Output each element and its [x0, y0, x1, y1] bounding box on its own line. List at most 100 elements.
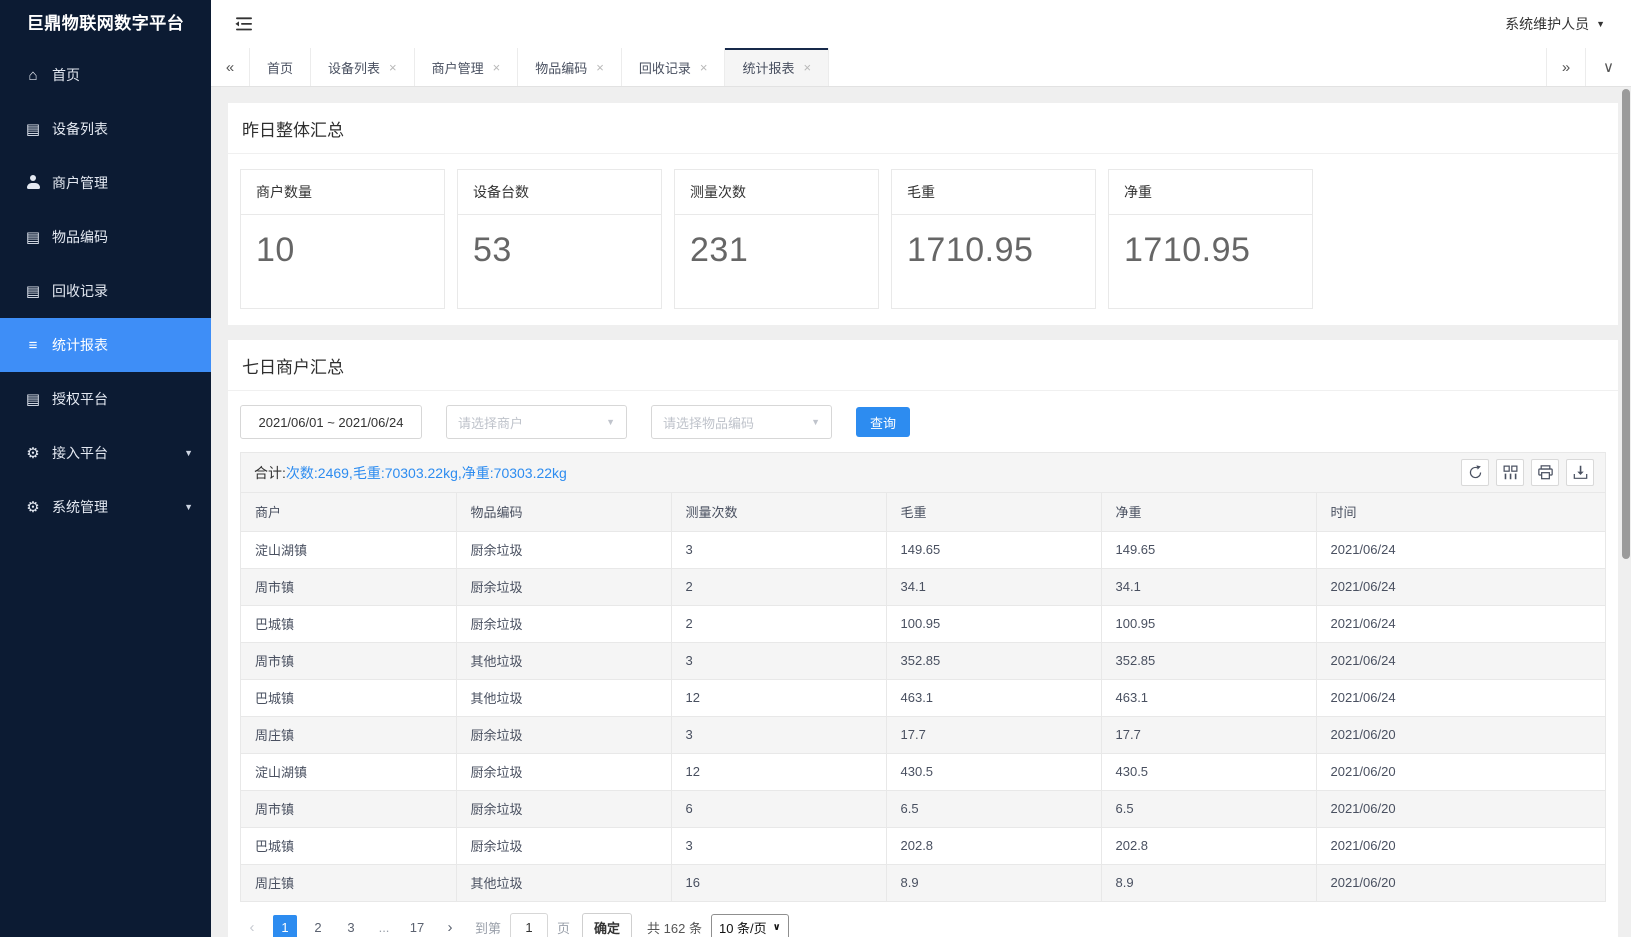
- sidebar-item-merchants[interactable]: 商户管理: [0, 156, 211, 210]
- tabs-menu-button[interactable]: ∨: [1585, 48, 1631, 86]
- document-icon: ▤: [23, 392, 43, 407]
- merchant-select-placeholder: 请选择商户: [458, 413, 523, 432]
- cell-time: 2021/06/24: [1316, 568, 1605, 605]
- sidebar-item-system-management[interactable]: ⚙ 系统管理 ▼: [0, 480, 211, 534]
- column-settings-button[interactable]: [1496, 459, 1524, 486]
- cell-item-code: 厨余垃圾: [456, 790, 671, 827]
- goto-confirm-button[interactable]: 确定: [582, 913, 632, 937]
- col-merchant: 商户: [241, 493, 456, 531]
- prev-page-button[interactable]: ‹: [240, 915, 264, 937]
- close-icon[interactable]: ×: [389, 61, 397, 74]
- document-icon: ▤: [23, 122, 43, 137]
- app-title: 巨鼎物联网数字平台: [0, 0, 211, 48]
- gear-icon: ⚙: [23, 500, 43, 515]
- download-icon: [1573, 465, 1588, 480]
- cell-net-weight: 8.9: [1101, 864, 1316, 901]
- page-button-1[interactable]: 1: [273, 915, 297, 937]
- cell-gross-weight: 202.8: [886, 827, 1101, 864]
- cell-measure-count: 3: [671, 531, 886, 568]
- table-row: 周庄镇 其他垃圾 16 8.9 8.9 2021/06/20: [241, 864, 1605, 901]
- page-size-select[interactable]: 10 条/页 ∨: [711, 914, 789, 937]
- tab-bar: « 首页 设备列表 × 商户管理 × 物品编码 ×: [211, 48, 1631, 87]
- cell-gross-weight: 463.1: [886, 679, 1101, 716]
- cell-time: 2021/06/20: [1316, 716, 1605, 753]
- tab-devices[interactable]: 设备列表 ×: [311, 48, 415, 86]
- cell-gross-weight: 6.5: [886, 790, 1101, 827]
- chevron-down-icon: ▼: [184, 502, 193, 512]
- cell-merchant: 巴城镇: [241, 827, 456, 864]
- caret-down-icon: ▼: [1596, 19, 1605, 29]
- goto-page-input[interactable]: [510, 913, 548, 937]
- report-table-block: 合计:次数:2469,毛重:70303.22kg,净重:70303.22kg: [240, 452, 1606, 902]
- table-row: 巴城镇 厨余垃圾 3 202.8 202.8 2021/06/20: [241, 827, 1605, 864]
- home-icon: ⌂: [23, 68, 43, 83]
- content: 昨日整体汇总 商户数量 10 设备台数 53 测量次数 231: [211, 87, 1631, 937]
- cell-time: 2021/06/24: [1316, 531, 1605, 568]
- cell-time: 2021/06/24: [1316, 605, 1605, 642]
- table-header-row: 商户 物品编码 测量次数 毛重 净重 时间: [241, 493, 1605, 531]
- tabs-scroll-right-button[interactable]: »: [1546, 48, 1585, 86]
- merchant-select[interactable]: 请选择商户 ▼: [446, 405, 627, 439]
- top-bar: 系统维护人员 ▼: [211, 0, 1631, 48]
- printer-icon: [1538, 465, 1553, 480]
- sidebar-item-home[interactable]: ⌂ 首页: [0, 48, 211, 102]
- tab-statistics[interactable]: 统计报表 ×: [725, 48, 829, 86]
- cell-net-weight: 149.65: [1101, 531, 1316, 568]
- close-icon[interactable]: ×: [596, 61, 604, 74]
- card-merchant-count: 商户数量 10: [240, 169, 445, 309]
- close-icon[interactable]: ×: [700, 61, 708, 74]
- page-button-2[interactable]: 2: [306, 915, 330, 937]
- tab-recycle-records[interactable]: 回收记录 ×: [622, 48, 726, 86]
- vertical-scrollbar[interactable]: [1622, 89, 1630, 559]
- date-range-input[interactable]: [240, 405, 422, 439]
- collapse-sidebar-button[interactable]: [235, 17, 252, 31]
- page-button-3[interactable]: 3: [339, 915, 363, 937]
- sidebar-item-label: 商户管理: [52, 173, 108, 193]
- sidebar-item-label: 物品编码: [52, 227, 108, 247]
- cell-net-weight: 34.1: [1101, 568, 1316, 605]
- export-button[interactable]: [1566, 459, 1594, 486]
- col-gross-weight: 毛重: [886, 493, 1101, 531]
- tab-merchants[interactable]: 商户管理 ×: [415, 48, 519, 86]
- col-item-code: 物品编码: [456, 493, 671, 531]
- card-value: 53: [458, 215, 661, 308]
- tab-item-codes[interactable]: 物品编码 ×: [518, 48, 622, 86]
- print-button[interactable]: [1531, 459, 1559, 486]
- page-button-17[interactable]: 17: [405, 915, 429, 937]
- sidebar-item-devices[interactable]: ▤ 设备列表: [0, 102, 211, 156]
- user-menu[interactable]: 系统维护人员 ▼: [1505, 14, 1605, 34]
- close-icon[interactable]: ×: [803, 61, 811, 74]
- col-time: 时间: [1316, 493, 1605, 531]
- search-button[interactable]: 查询: [856, 407, 910, 437]
- columns-icon: [1503, 465, 1518, 480]
- app-root: 巨鼎物联网数字平台 ⌂ 首页 ▤ 设备列表 商户管理 ▤ 物品编码 ▤ 回收记录…: [0, 0, 1631, 937]
- card-label: 设备台数: [458, 170, 661, 215]
- sidebar: 巨鼎物联网数字平台 ⌂ 首页 ▤ 设备列表 商户管理 ▤ 物品编码 ▤ 回收记录…: [0, 0, 211, 937]
- card-measure-count: 测量次数 231: [674, 169, 879, 309]
- cell-time: 2021/06/24: [1316, 679, 1605, 716]
- close-icon[interactable]: ×: [493, 61, 501, 74]
- refresh-button[interactable]: [1461, 459, 1489, 486]
- sidebar-item-item-codes[interactable]: ▤ 物品编码: [0, 210, 211, 264]
- sidebar-item-recycle-records[interactable]: ▤ 回收记录: [0, 264, 211, 318]
- sidebar-item-auth-platform[interactable]: ▤ 授权平台: [0, 372, 211, 426]
- cell-measure-count: 12: [671, 753, 886, 790]
- cell-measure-count: 16: [671, 864, 886, 901]
- table-row: 巴城镇 厨余垃圾 2 100.95 100.95 2021/06/24: [241, 605, 1605, 642]
- next-page-button[interactable]: ›: [438, 915, 462, 937]
- tab-label: 首页: [267, 58, 293, 77]
- sidebar-item-statistics[interactable]: ≡ 统计报表: [0, 318, 211, 372]
- card-value: 231: [675, 215, 878, 308]
- sidebar-item-label: 接入平台: [52, 443, 108, 463]
- sidebar-item-label: 设备列表: [52, 119, 108, 139]
- cell-time: 2021/06/20: [1316, 864, 1605, 901]
- main-area: 系统维护人员 ▼ « 首页 设备列表 × 商户管理 ×: [211, 0, 1631, 937]
- item-code-select[interactable]: 请选择物品编码 ▼: [651, 405, 832, 439]
- cell-gross-weight: 34.1: [886, 568, 1101, 605]
- pagination: ‹ 1 2 3 ... 17 › 到第 页 确定 共 162 条: [228, 902, 1618, 937]
- goto-page-unit: 页: [557, 918, 570, 937]
- tab-home[interactable]: 首页: [250, 48, 311, 86]
- sidebar-item-access-platform[interactable]: ⚙ 接入平台 ▼: [0, 426, 211, 480]
- cell-merchant: 巴城镇: [241, 679, 456, 716]
- tabs-scroll-left-button[interactable]: «: [211, 48, 250, 86]
